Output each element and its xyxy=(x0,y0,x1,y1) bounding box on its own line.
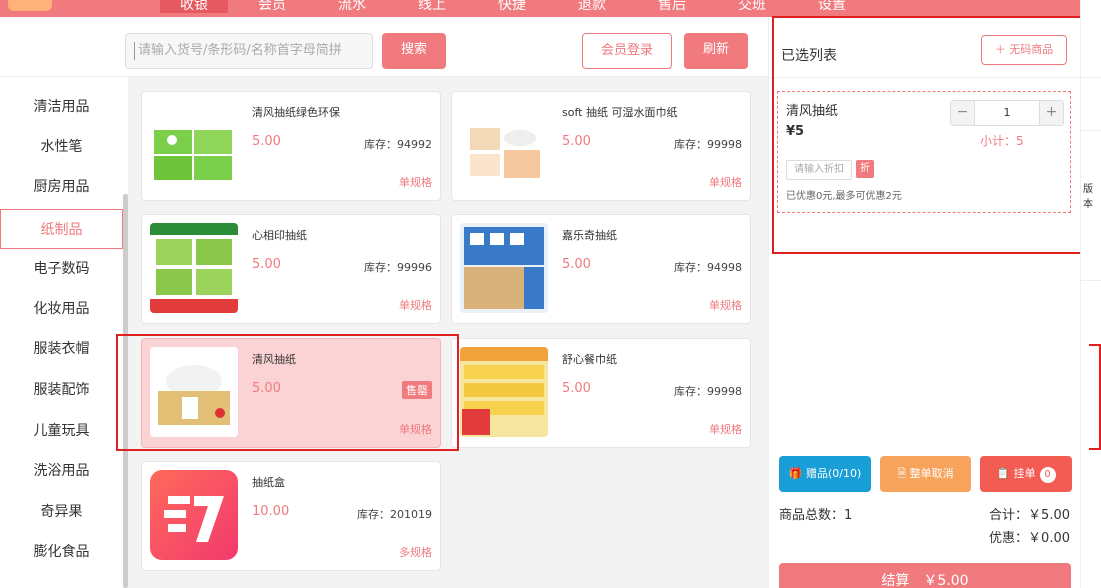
tab-cashier[interactable]: 收银 xyxy=(160,0,228,13)
tab-quick[interactable]: 快捷 xyxy=(486,0,538,14)
product-name: 心相印抽纸 xyxy=(252,229,307,242)
category-item[interactable]: 服装衣帽 xyxy=(0,329,123,369)
product-image xyxy=(150,100,238,190)
product-image xyxy=(150,223,238,313)
tab-shift[interactable]: 交班 xyxy=(726,0,778,14)
divider xyxy=(1081,280,1101,281)
hang-order-button[interactable]: 📋 挂单 0 xyxy=(980,456,1072,492)
product-name: 舒心餐巾纸 xyxy=(562,353,617,366)
category-item[interactable]: 儿童玩具 xyxy=(0,411,123,451)
product-image xyxy=(460,347,548,437)
total-amount: 合计：￥5.00 xyxy=(989,508,1070,523)
category-item[interactable]: 奇异果 xyxy=(0,492,123,532)
category-item[interactable]: 电子数码 xyxy=(0,249,123,289)
product-image xyxy=(150,470,238,560)
category-item[interactable]: 清洁用品 xyxy=(0,87,123,127)
product-spec: 多规格 xyxy=(399,546,432,559)
category-item-active[interactable]: 纸制品 xyxy=(0,209,123,249)
product-grid: 清风抽纸绿色环保 5.00 库存：94992 单规格 soft 抽纸 可湿水面巾… xyxy=(128,77,768,588)
divider xyxy=(1081,130,1101,131)
tab-settings[interactable]: 设置 xyxy=(806,0,858,14)
tab-member[interactable]: 会员 xyxy=(246,0,298,14)
cart-highlight xyxy=(772,16,1098,254)
product-image xyxy=(460,100,548,190)
product-card[interactable]: 舒心餐巾纸 5.00 库存：99998 单规格 xyxy=(451,338,751,448)
product-price: 5.00 xyxy=(562,257,591,272)
cancel-order-button[interactable]: 🗎 整单取消 xyxy=(880,456,971,492)
category-item[interactable]: 水性笔 xyxy=(0,127,123,167)
top-nav: 收银 会员 流水 线上 快捷 退款 售后 交班 设置 xyxy=(0,0,1080,17)
tab-refund[interactable]: 退款 xyxy=(566,0,618,14)
tab-after-sale[interactable]: 售后 xyxy=(646,0,698,14)
right-edge-panel: 版本 xyxy=(1080,0,1101,588)
hang-count-badge: 0 xyxy=(1039,467,1056,483)
product-spec: 单规格 xyxy=(709,176,742,189)
product-spec: 单规格 xyxy=(399,176,432,189)
category-sidebar: 清洁用品 水性笔 厨房用品 纸制品 电子数码 化妆用品 服装衣帽 服装配饰 儿童… xyxy=(0,77,128,588)
product-name: 抽纸盒 xyxy=(252,476,285,489)
discount-amount: 优惠：￥0.00 xyxy=(989,531,1070,546)
document-icon: 🗎 xyxy=(897,467,910,480)
divider xyxy=(1081,77,1101,78)
product-stock: 库存：99998 xyxy=(674,385,742,398)
product-price: 5.00 xyxy=(562,381,591,396)
edge-highlight xyxy=(1089,344,1101,450)
product-stock: 库存：94992 xyxy=(364,138,432,151)
category-item[interactable]: 化妆用品 xyxy=(0,289,123,329)
product-spec: 单规格 xyxy=(709,423,742,436)
category-item[interactable]: 洗浴用品 xyxy=(0,451,123,491)
search-button[interactable]: 搜索 xyxy=(382,33,446,69)
product-spec: 单规格 xyxy=(399,299,432,312)
product-price: 5.00 xyxy=(562,134,591,149)
product-stock: 库存：201019 xyxy=(357,508,432,521)
product-image xyxy=(460,223,548,313)
gift-icon: 🎁 xyxy=(788,467,806,480)
member-login-button[interactable]: 会员登录 xyxy=(582,33,672,69)
search-input[interactable]: 请输入货号/条形码/名称首字母简拼 xyxy=(125,33,373,69)
product-name: soft 抽纸 可湿水面巾纸 xyxy=(562,106,678,119)
category-item[interactable]: 膨化食品 xyxy=(0,532,123,572)
product-price: 5.00 xyxy=(252,134,281,149)
product-price: 5.00 xyxy=(252,257,281,272)
product-name: 嘉乐奇抽纸 xyxy=(562,229,617,242)
product-card[interactable]: 抽纸盒 10.00 库存：201019 多规格 xyxy=(141,461,441,571)
tab-online[interactable]: 线上 xyxy=(406,0,458,14)
product-stock: 库存：99996 xyxy=(364,261,432,274)
product-stock: 库存：99998 xyxy=(674,138,742,151)
refresh-button[interactable]: 刷新 xyxy=(684,33,748,69)
tab-flow[interactable]: 流水 xyxy=(326,0,378,14)
category-item[interactable]: 厨房用品 xyxy=(0,167,123,207)
product-card[interactable]: soft 抽纸 可湿水面巾纸 5.00 库存：99998 单规格 xyxy=(451,91,751,201)
clipboard-icon: 📋 xyxy=(996,467,1014,480)
selected-product-highlight xyxy=(116,334,459,451)
product-name: 清风抽纸绿色环保 xyxy=(252,106,340,119)
gift-label: 赠品(0/10) xyxy=(805,467,862,480)
product-spec: 单规格 xyxy=(709,299,742,312)
product-card[interactable]: 清风抽纸绿色环保 5.00 库存：94992 单规格 xyxy=(141,91,441,201)
product-card[interactable]: 嘉乐奇抽纸 5.00 库存：94998 单规格 xyxy=(451,214,751,324)
checkout-button[interactable]: 结算 ￥5.00 xyxy=(779,563,1071,588)
product-card[interactable]: 心相印抽纸 5.00 库存：99996 单规格 xyxy=(141,214,441,324)
gift-button[interactable]: 🎁 赠品(0/10) xyxy=(779,456,871,492)
logo xyxy=(8,0,52,11)
edge-text: 版本 xyxy=(1083,184,1093,210)
item-count: 商品总数：1 xyxy=(779,508,853,523)
product-price: 10.00 xyxy=(252,504,290,519)
category-item[interactable]: 服装配饰 xyxy=(0,370,123,410)
search-bar: 请输入货号/条形码/名称首字母简拼 搜索 会员登录 刷新 xyxy=(0,17,768,77)
hang-label: 挂单 xyxy=(1013,467,1036,480)
cancel-label: 整单取消 xyxy=(909,467,954,480)
product-stock: 库存：94998 xyxy=(674,261,742,274)
pos-app: 收银 会员 流水 线上 快捷 退款 售后 交班 设置 请输入货号/条形码/名称首… xyxy=(0,0,1101,588)
